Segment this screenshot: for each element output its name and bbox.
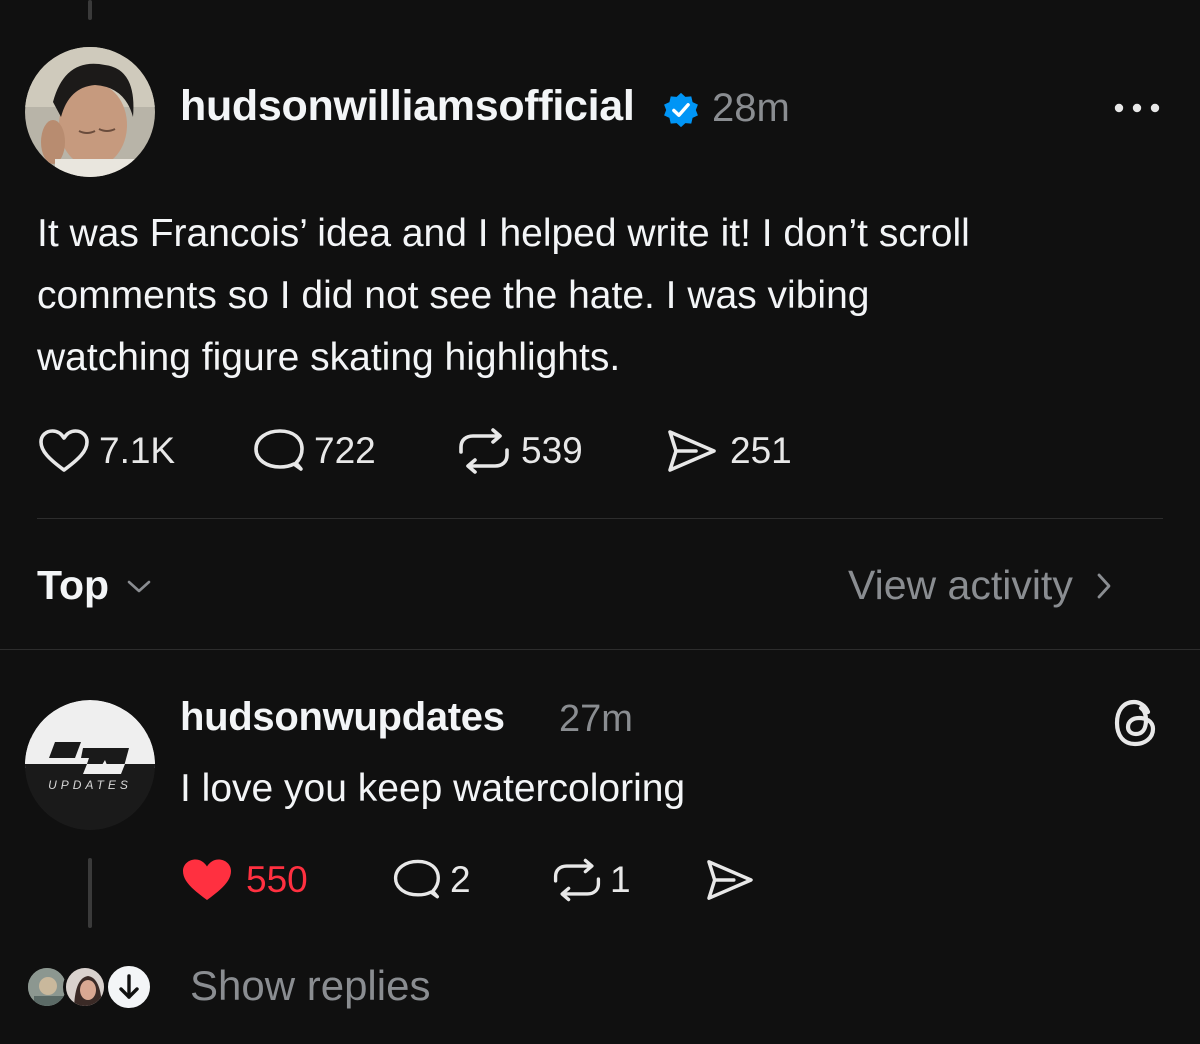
sort-dropdown[interactable]: Top bbox=[37, 562, 153, 609]
post-username[interactable]: hudsonwilliamsofficial bbox=[180, 82, 635, 131]
repost-icon bbox=[459, 428, 509, 474]
post-time: 28m bbox=[712, 86, 790, 130]
comment-count: 722 bbox=[314, 430, 376, 471]
reply-like-button[interactable]: 550 bbox=[180, 857, 308, 903]
repost-icon bbox=[553, 858, 601, 902]
section-divider bbox=[0, 649, 1200, 650]
replier-avatar bbox=[63, 965, 107, 1009]
reply-username[interactable]: hudsonwupdates bbox=[180, 695, 505, 740]
post-text-line: comments so I did not see the hate. I wa… bbox=[37, 274, 870, 317]
share-count: 251 bbox=[730, 430, 792, 471]
post-divider bbox=[37, 518, 1163, 519]
show-replies-link[interactable]: Show replies bbox=[190, 962, 430, 1010]
post-text-line: watching figure skating highlights. bbox=[37, 336, 621, 379]
repost-button[interactable]: 539 bbox=[455, 428, 583, 474]
verified-badge-icon bbox=[662, 91, 700, 129]
send-icon bbox=[668, 430, 716, 472]
arrow-down-circle-icon bbox=[105, 963, 153, 1011]
heart-filled-icon bbox=[183, 859, 231, 900]
more-options-icon[interactable] bbox=[1112, 100, 1162, 116]
comment-icon bbox=[254, 429, 304, 471]
sort-label: Top bbox=[37, 562, 110, 608]
reply-repost-button[interactable]: 1 bbox=[550, 857, 631, 903]
like-count: 7.1K bbox=[99, 430, 176, 471]
chevron-down-icon bbox=[127, 580, 151, 592]
reply-time: 27m bbox=[559, 698, 633, 740]
reply-comment-count: 2 bbox=[450, 859, 471, 900]
reply-avatar-text: UPDATES bbox=[48, 778, 132, 792]
thread-line-reply bbox=[88, 858, 92, 928]
post-text-line: It was Francois’ idea and I helped write… bbox=[37, 212, 970, 255]
comment-icon bbox=[393, 859, 440, 899]
reply-text: I love you keep watercoloring bbox=[180, 767, 686, 810]
comment-button[interactable]: 722 bbox=[250, 428, 376, 474]
replier-avatars[interactable] bbox=[25, 963, 155, 1011]
thread-line-top bbox=[88, 0, 92, 20]
post-avatar[interactable] bbox=[25, 47, 155, 177]
heart-icon bbox=[39, 429, 89, 472]
chevron-right-icon bbox=[1097, 573, 1111, 598]
reply-comment-button[interactable]: 2 bbox=[390, 857, 471, 903]
reply-avatar[interactable]: UPDATES bbox=[25, 700, 155, 830]
reply-share-button[interactable] bbox=[705, 857, 755, 903]
post-text: It was Francois’ idea and I helped write… bbox=[37, 203, 1177, 389]
reply-repost-count: 1 bbox=[610, 859, 631, 900]
like-button[interactable]: 7.1K bbox=[37, 428, 175, 474]
threads-logo-icon[interactable] bbox=[1110, 696, 1164, 750]
view-activity-label: View activity bbox=[848, 562, 1073, 608]
repost-count: 539 bbox=[521, 430, 583, 471]
share-button[interactable]: 251 bbox=[666, 428, 792, 474]
reply-like-count: 550 bbox=[246, 859, 308, 900]
send-icon bbox=[707, 860, 753, 900]
view-activity-link[interactable]: View activity bbox=[848, 562, 1115, 609]
